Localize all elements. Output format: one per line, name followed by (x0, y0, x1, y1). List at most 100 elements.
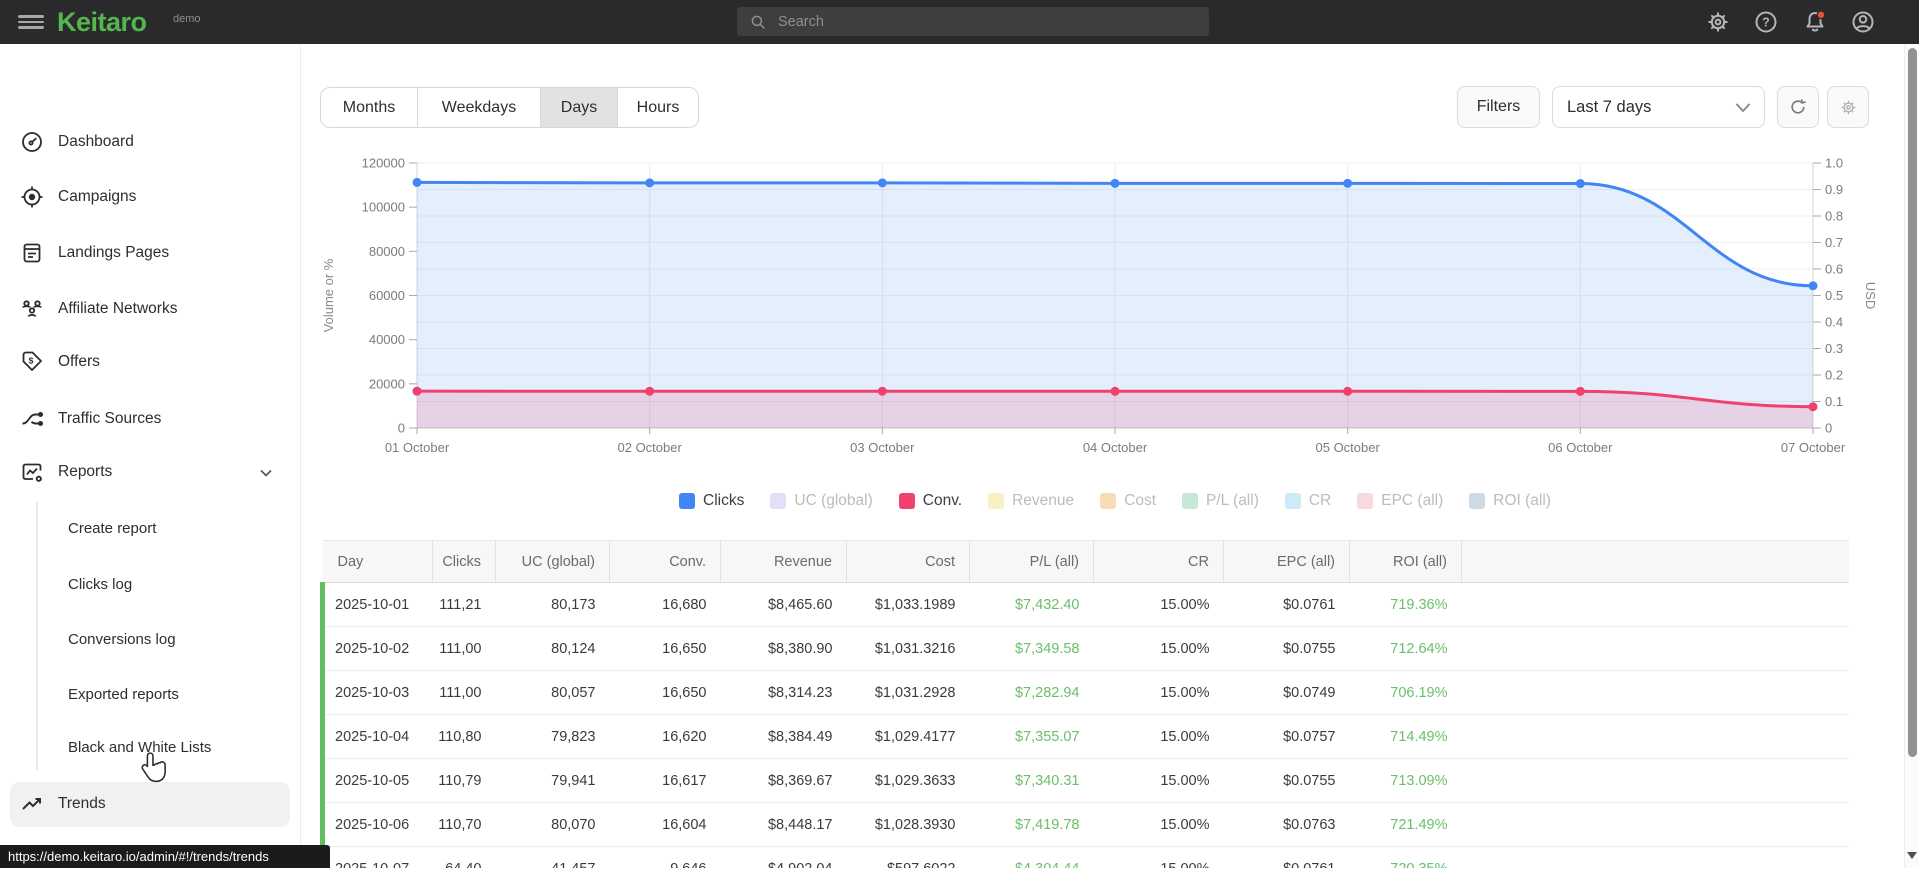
column-header[interactable]: UC (global) (495, 540, 610, 583)
table-cell: 2025-10-03 (320, 670, 433, 715)
column-header[interactable]: P/L (all) (969, 540, 1094, 583)
help-icon[interactable]: ? (1754, 10, 1778, 34)
table-cell: $7,419.78 (969, 802, 1094, 847)
legend-item-cr[interactable]: CR (1284, 492, 1331, 510)
gear-icon[interactable] (1706, 10, 1730, 34)
table-cell: $0.0763 (1223, 802, 1350, 847)
legend-item-epc-all[interactable]: EPC (all) (1357, 492, 1443, 510)
sidebar-subitem-exported-reports[interactable]: Exported reports (0, 680, 300, 708)
table-cell: $0.0761 (1223, 582, 1350, 627)
svg-text:Volume or %: Volume or % (321, 258, 336, 332)
trends-table: Day Clicks UC (global) Conv. Revenue Cost P/L … (320, 540, 1849, 868)
table-row[interactable]: 2025-10-01 111,21 80,173 16,680 $8,465.60 $1,… (320, 582, 1849, 627)
sidebar-subitem-label: Create report (68, 519, 157, 537)
table-cell-filler (1461, 670, 1849, 715)
sidebar-item-dashboard[interactable]: Dashboard (0, 122, 300, 162)
table-cell: $1,029.4177 (846, 714, 970, 759)
sidebar-item-label: Campaigns (58, 188, 137, 205)
legend-swatch (679, 493, 696, 509)
svg-text:$: $ (29, 356, 34, 366)
table-cell: 110,70 (432, 802, 496, 847)
table-cell: $7,340.31 (969, 758, 1094, 803)
table-cell: $0.0749 (1223, 670, 1350, 715)
search-box[interactable] (737, 7, 1209, 36)
legend-item-cost[interactable]: Cost (1100, 492, 1156, 510)
date-range-value: Last 7 days (1567, 97, 1652, 116)
svg-text:0.9: 0.9 (1825, 182, 1843, 197)
scrollbar-down-arrow[interactable] (1907, 852, 1917, 859)
column-header[interactable]: Conv. (609, 540, 721, 583)
table-cell: $8,380.90 (720, 626, 847, 671)
column-header[interactable]: ROI (all) (1349, 540, 1462, 583)
svg-text:0.8: 0.8 (1825, 209, 1843, 224)
table-cell: 16,604 (609, 802, 721, 847)
table-cell-filler (1461, 846, 1849, 868)
column-header[interactable]: Cost (846, 540, 970, 583)
table-cell: 16,617 (609, 758, 721, 803)
legend-label: P/L (all) (1206, 492, 1259, 509)
legend-item-roi-all[interactable]: ROI (all) (1469, 492, 1551, 510)
column-header[interactable]: CR (1093, 540, 1224, 583)
table-row[interactable]: 2025-10-06 110,70 80,070 16,604 $8,448.17 $1,… (320, 802, 1849, 847)
sidebar-subitem-conversions-log[interactable]: Conversions log (0, 625, 300, 653)
sidebar-item-offers[interactable]: $ Offers (0, 342, 300, 382)
table-cell: $7,282.94 (969, 670, 1094, 715)
legend-item-conv[interactable]: Conv. (898, 492, 962, 510)
table-cell: 80,057 (495, 670, 610, 715)
column-header[interactable]: Revenue (720, 540, 847, 583)
table-row[interactable]: 2025-10-02 111,00 80,124 16,650 $8,380.90 $1,… (320, 626, 1849, 671)
svg-text:20000: 20000 (369, 376, 405, 391)
account-icon[interactable] (1851, 10, 1875, 34)
page-scrollbar[interactable] (1904, 44, 1919, 868)
table-cell: $1,029.3633 (846, 758, 970, 803)
svg-text:0: 0 (1825, 421, 1832, 436)
sidebar-subitem-clicks-log[interactable]: Clicks log (0, 570, 300, 598)
sidebar-item-traffic-sources[interactable]: Traffic Sources (0, 399, 300, 439)
scrollbar-thumb[interactable] (1908, 48, 1917, 757)
table-row[interactable]: 2025-10-05 110,79 79,941 16,617 $8,369.67 $1,… (320, 758, 1849, 803)
table-cell: 80,070 (495, 802, 610, 847)
trends-table-wrap: Day Clicks UC (global) Conv. Revenue Cost P/L … (320, 540, 1849, 868)
sidebar-item-affiliate-networks[interactable]: Affiliate Networks (0, 289, 300, 329)
table-cell: $8,369.67 (720, 758, 847, 803)
table-cell: 2025-10-04 (320, 714, 433, 759)
table-cell: 15.00% (1093, 758, 1224, 803)
table-cell: 15.00% (1093, 802, 1224, 847)
legend-label: ROI (all) (1493, 492, 1551, 509)
search-input[interactable] (776, 12, 1180, 31)
table-cell: 110,80 (432, 714, 496, 759)
sidebar-item-reports[interactable]: Reports (0, 452, 300, 492)
column-header[interactable]: Clicks (432, 540, 496, 583)
table-cell: $1,031.3216 (846, 626, 970, 671)
column-header[interactable]: EPC (all) (1223, 540, 1350, 583)
chevron-down-icon (1736, 103, 1750, 112)
column-header[interactable]: Day (322, 540, 433, 583)
svg-text:05 October: 05 October (1316, 440, 1381, 455)
svg-text:0.6: 0.6 (1825, 262, 1843, 277)
table-row[interactable]: 2025-10-03 111,00 80,057 16,650 $8,314.23 $1,… (320, 670, 1849, 715)
svg-text:0.4: 0.4 (1825, 315, 1843, 330)
sidebar-item-landings-pages[interactable]: Landings Pages (0, 233, 300, 273)
legend-label: UC (global) (794, 492, 873, 509)
sidebar-item-campaigns[interactable]: Campaigns (0, 177, 300, 217)
legend-item-uc-global[interactable]: UC (global) (770, 492, 873, 510)
table-cell-filler (1461, 758, 1849, 803)
sidebar-item-trends[interactable]: Trends (0, 784, 300, 824)
bell-icon[interactable] (1803, 10, 1827, 34)
legend-label: Revenue (1012, 492, 1075, 509)
table-cell: 80,124 (495, 626, 610, 671)
sidebar-subitem-create-report[interactable]: Create report (0, 514, 300, 542)
table-cell: $7,355.07 (969, 714, 1094, 759)
table-cell: $8,465.60 (720, 582, 847, 627)
sidebar-subitem-black-white-lists[interactable]: Black and White Lists (0, 733, 300, 761)
legend-item-clicks[interactable]: Clicks (679, 492, 744, 510)
table-row[interactable]: 2025-10-04 110,80 79,823 16,620 $8,384.49 $1,… (320, 714, 1849, 759)
trends-line-chart[interactable]: 0 20000 40000 60000 80000 100000 120000 0 0.1 0.2… (300, 118, 1904, 468)
legend-item-revenue[interactable]: Revenue (988, 492, 1074, 510)
chevron-down-icon[interactable] (258, 465, 274, 481)
legend-item-p-l-all[interactable]: P/L (all) (1182, 492, 1259, 510)
table-cell: 80,173 (495, 582, 610, 627)
hamburger-menu-icon[interactable] (18, 15, 44, 29)
table-row[interactable]: 2025-10-0764,4041,4579,646$4,902.04$597.… (320, 846, 1849, 868)
table-cell: $4,304.44 (969, 846, 1094, 868)
